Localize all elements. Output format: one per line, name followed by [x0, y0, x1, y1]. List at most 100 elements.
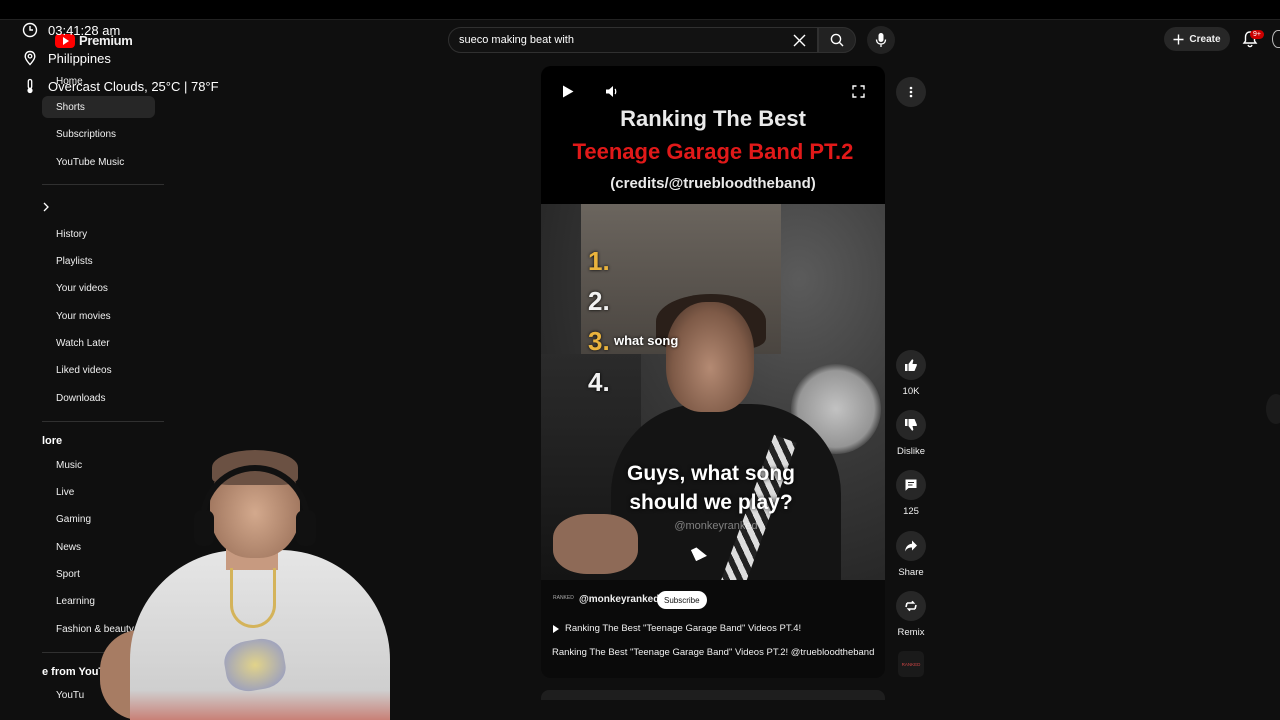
video-caption: Guys, what song should we play? — [601, 459, 821, 517]
sidebar-item-label: Your videos — [56, 282, 108, 294]
sidebar-item-label: Sport — [56, 568, 80, 580]
search-button[interactable] — [818, 27, 856, 53]
sidebar-item-liked-videos[interactable]: Liked videos — [42, 359, 155, 381]
fullscreen-icon — [851, 84, 865, 98]
audio-source-thumbnail[interactable]: RANKED — [898, 651, 924, 677]
sidebar-item-label: Gaming — [56, 513, 92, 525]
remix-button[interactable]: Remix — [894, 591, 928, 638]
next-video-nav-button[interactable] — [1266, 394, 1280, 424]
sidebar-item-subscriptions[interactable]: Subscriptions — [42, 123, 155, 145]
sidebar-explore-heading: lore — [42, 435, 63, 447]
sidebar-item-label: YouTube Music — [56, 156, 125, 168]
comment-count: 125 — [903, 506, 919, 517]
volume-icon — [606, 85, 617, 97]
video-description[interactable]: Ranking The Best "Teenage Garage Band" V… — [552, 647, 874, 658]
video-title-line1: Ranking The Best — [620, 106, 806, 131]
video-title-line2: Teenage Garage Band PT.2 — [572, 139, 854, 164]
sidebar-item-label: News — [56, 541, 82, 553]
overlay-location-row: Philippines — [22, 50, 111, 66]
chevron-right-icon — [43, 202, 49, 212]
dislike-label: Dislike — [897, 446, 925, 457]
more-vertical-icon — [909, 86, 913, 98]
thumbs-down-icon — [905, 419, 917, 431]
playlist-title: Ranking The Best "Teenage Garage Band" V… — [565, 623, 802, 634]
thumbs-up-icon — [905, 359, 917, 371]
plus-icon — [1173, 34, 1184, 44]
like-button[interactable]: 10K — [894, 350, 928, 397]
notification-badge: 9+ — [1250, 30, 1264, 39]
streamer-webcam-overlay — [100, 440, 410, 720]
play-icon — [563, 85, 574, 97]
volume-button[interactable] — [603, 82, 621, 100]
song-tag: what song — [614, 333, 679, 348]
like-count: 10K — [902, 386, 920, 397]
sidebar-item-label: Liked videos — [56, 364, 112, 376]
clock-icon — [22, 22, 38, 38]
sidebar-divider — [42, 184, 164, 185]
comment-icon — [905, 479, 917, 491]
create-label: Create — [1189, 33, 1221, 45]
sidebar-item-label: Downloads — [56, 392, 106, 404]
fullscreen-button[interactable] — [849, 82, 867, 100]
video-person-hand — [553, 514, 638, 574]
video-person-head — [666, 302, 754, 412]
sidebar-item-label: YouTu — [56, 689, 85, 701]
subscribe-button[interactable]: Subscribe — [657, 591, 707, 609]
caption-line2: should we play? — [629, 491, 793, 514]
rank-label-3: 3. — [588, 326, 610, 356]
account-avatar[interactable] — [1272, 30, 1280, 48]
sidebar-item-watch-later[interactable]: Watch Later — [42, 332, 155, 354]
shorts-metadata: RANKED @monkeyranked Subscribe Ranking T… — [541, 580, 885, 678]
top-bar-divider — [0, 19, 1280, 20]
sidebar-item-label: Shorts — [56, 101, 85, 113]
remix-icon — [905, 600, 917, 612]
sidebar-item-label: Your movies — [56, 310, 111, 322]
remix-label: Remix — [897, 627, 925, 638]
more-options-button[interactable] — [896, 77, 926, 107]
caption-line1: Guys, what song — [626, 462, 796, 485]
clear-search-button[interactable] — [790, 31, 808, 49]
share-button[interactable]: Share — [894, 531, 928, 578]
channel-name-link[interactable]: @monkeyranked — [579, 594, 659, 605]
dislike-button[interactable]: Dislike — [894, 410, 928, 457]
next-short-preview[interactable] — [541, 690, 885, 700]
headphone-earcup-left — [194, 510, 214, 546]
comments-button[interactable]: 125 — [894, 470, 928, 517]
rank-label-4: 4. — [588, 367, 610, 397]
sidebar-item-history[interactable]: History — [42, 223, 155, 245]
sidebar-item-playlists[interactable]: Playlists — [42, 250, 155, 272]
play-icon — [553, 624, 559, 633]
sidebar-divider — [42, 421, 164, 422]
search-icon — [830, 33, 844, 47]
video-watermark: @monkeyranked — [674, 520, 758, 532]
play-button[interactable] — [559, 82, 577, 100]
sidebar-item-label: Playlists — [56, 255, 93, 267]
create-button[interactable]: Create — [1164, 27, 1230, 51]
share-icon — [905, 540, 917, 552]
sidebar-item-your-movies[interactable]: Your movies — [42, 305, 155, 327]
gold-chain — [230, 568, 276, 628]
microphone-icon — [875, 33, 887, 47]
sidebar-item-your-videos[interactable]: Your videos — [42, 277, 155, 299]
sidebar-item-shorts[interactable]: Shorts — [42, 96, 155, 118]
sidebar-item-downloads[interactable]: Downloads — [42, 387, 155, 409]
overlay-weather: Overcast Clouds, 25°C | 78°F — [48, 78, 219, 94]
sidebar-item-label: Music — [56, 459, 83, 471]
video-credits: (credits/@truebloodtheband) — [610, 175, 816, 192]
channel-avatar[interactable]: RANKED — [553, 595, 574, 605]
sidebar-item-label: Subscriptions — [56, 128, 117, 140]
sidebar-item-youtube-music[interactable]: YouTube Music — [42, 151, 155, 173]
shorts-video-player[interactable]: Ranking The Best Teenage Garage Band PT.… — [541, 66, 885, 580]
rank-label-1: 1. — [588, 246, 610, 276]
sidebar-item-label: History — [56, 228, 88, 240]
overlay-time: 03:41:28 am — [48, 22, 121, 38]
close-icon — [793, 34, 805, 46]
related-playlist-link[interactable]: Ranking The Best "Teenage Garage Band" V… — [553, 623, 801, 634]
thermometer-icon — [27, 78, 33, 94]
rank-label-2: 2. — [588, 286, 610, 316]
headphone-earcup-right — [296, 510, 316, 546]
voice-search-button[interactable] — [867, 26, 895, 54]
overlay-weather-row: Overcast Clouds, 25°C | 78°F — [22, 78, 219, 94]
search-input[interactable]: sueco making beat with — [448, 27, 818, 53]
sidebar-you-header[interactable] — [42, 196, 155, 218]
